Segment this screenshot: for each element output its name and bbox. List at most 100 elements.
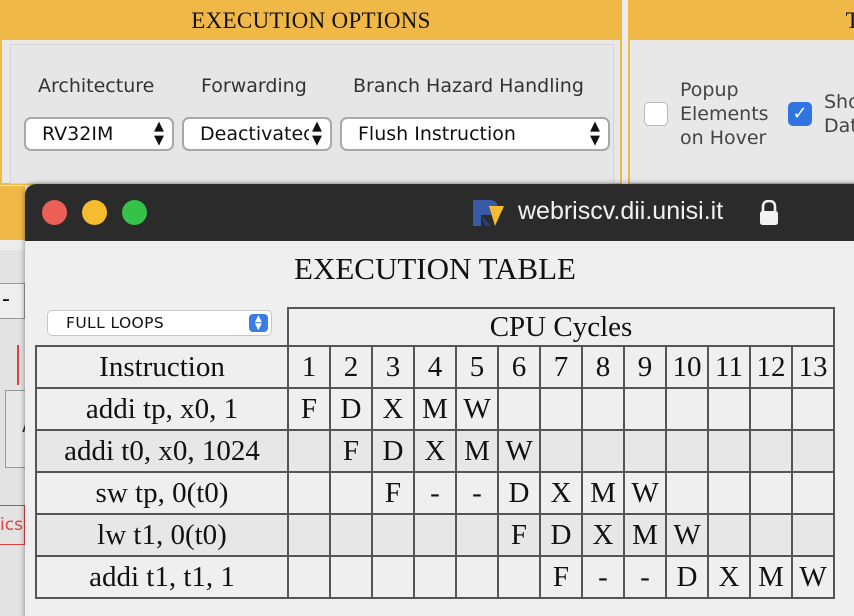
- stage-cell: [791, 513, 835, 557]
- stage-cell: X: [371, 387, 415, 431]
- side-header-text: T: [845, 8, 854, 33]
- cycle-number-header: 5: [455, 345, 499, 389]
- cycle-number-header: 11: [707, 345, 751, 389]
- stage-cell: D: [665, 555, 709, 599]
- forwarding-label: Forwarding: [201, 75, 307, 97]
- table-row: lw t1, 0(t0) F D X M W: [35, 513, 835, 557]
- stage-cell: W: [455, 387, 499, 431]
- table-row: sw tp, 0(t0) F - - D X M W: [35, 471, 835, 515]
- maximize-window-button[interactable]: [122, 200, 147, 225]
- stage-cell: [791, 387, 835, 431]
- stage-cell: [539, 387, 583, 431]
- stage-cell: M: [749, 555, 793, 599]
- stage-cell: [707, 387, 751, 431]
- architecture-label: Architecture: [38, 75, 155, 97]
- cycle-number-header: 4: [413, 345, 457, 389]
- stage-cell: [455, 513, 499, 557]
- popup-hover-label: Popup Elements on Hover: [680, 78, 769, 150]
- bg-fragment-text: -: [2, 287, 10, 312]
- stage-cell: [707, 429, 751, 473]
- architecture-select[interactable]: RV32IM ▲ ▼: [24, 117, 174, 151]
- cycle-number-header: 8: [581, 345, 625, 389]
- popup-label-line: Elements: [680, 103, 769, 125]
- stage-cell: [707, 471, 751, 515]
- cycle-number-header: 7: [539, 345, 583, 389]
- close-window-button[interactable]: [42, 200, 67, 225]
- stage-cell: M: [623, 513, 667, 557]
- cycle-number-header: 9: [623, 345, 667, 389]
- forwarding-select[interactable]: Deactivated ▲ ▼: [182, 117, 332, 151]
- stage-cell: [497, 387, 541, 431]
- stage-cell: -: [413, 471, 457, 515]
- execution-options-body: Architecture Forwarding Branch Hazard Ha…: [10, 44, 614, 184]
- cycle-number-header: 6: [497, 345, 541, 389]
- stage-cell: [455, 555, 499, 599]
- stage-cell: M: [581, 471, 625, 515]
- stage-cell: [371, 555, 415, 599]
- cycle-number-header: 13: [791, 345, 835, 389]
- stage-cell: [707, 513, 751, 557]
- stage-cell: -: [455, 471, 499, 515]
- stage-cell: W: [791, 555, 835, 599]
- bg-fragment-box-3: ics: [0, 505, 25, 545]
- stage-cell: [581, 387, 625, 431]
- cycle-number-header: 12: [749, 345, 793, 389]
- cpu-cycles-header: CPU Cycles: [287, 307, 835, 347]
- bg-fragment-text-3: ics: [0, 515, 23, 535]
- forwarding-select-value: Deactivated: [200, 123, 316, 145]
- instruction-header: Instruction: [35, 345, 289, 389]
- cycle-number-header: 3: [371, 345, 415, 389]
- stage-cell: [287, 471, 331, 515]
- stage-cell: [791, 471, 835, 515]
- window-titlebar[interactable]: webriscv.dii.unisi.it: [25, 184, 854, 241]
- table-row: addi t1, t1, 1 F--DXMW: [35, 555, 835, 599]
- stage-cell: -: [581, 555, 625, 599]
- updown-arrow-icon: ▲ ▼: [151, 119, 164, 149]
- checkmark-icon: ✓: [792, 103, 808, 124]
- instruction-cell: addi t1, t1, 1: [35, 555, 289, 599]
- bg-red-line: [17, 345, 19, 385]
- webriscv-logo-icon: [471, 198, 505, 228]
- stage-cell: [749, 387, 793, 431]
- stage-cell: [539, 429, 583, 473]
- cycle-number-header: 2: [329, 345, 373, 389]
- table-row: addi tp, x0, 1FDXMW: [35, 387, 835, 431]
- stage-cell: [413, 513, 457, 557]
- instruction-cell: sw tp, 0(t0): [35, 471, 289, 515]
- show-label-line: Sho: [824, 91, 854, 113]
- loops-select[interactable]: FULL LOOPS ▲ ▼: [47, 310, 272, 336]
- stage-cell: [329, 555, 373, 599]
- stage-cell: F: [329, 429, 373, 473]
- minimize-window-button[interactable]: [82, 200, 107, 225]
- stage-cell: X: [581, 513, 625, 557]
- stage-cell: D: [539, 513, 583, 557]
- instruction-cell: lw t1, 0(t0): [35, 513, 289, 557]
- stage-cell: [749, 471, 793, 515]
- architecture-select-value: RV32IM: [42, 123, 114, 145]
- execution-table-title: EXECUTION TABLE: [294, 251, 576, 286]
- updown-arrow-icon: ▲ ▼: [249, 314, 268, 332]
- stage-cell: F: [287, 387, 331, 431]
- stage-cell: [749, 429, 793, 473]
- stage-cell: X: [413, 429, 457, 473]
- cycle-header-row: Instruction 1 2 3 4 5 6 7 8 9 10 11 12 13: [35, 345, 835, 389]
- bg-fragment-box: -: [0, 283, 25, 319]
- stage-cell: [371, 513, 415, 557]
- url-text: webriscv.dii.unisi.it: [518, 197, 724, 225]
- stage-cell: W: [497, 429, 541, 473]
- execution-options-header: EXECUTION OPTIONS: [2, 2, 620, 40]
- popup-hover-checkbox[interactable]: [644, 102, 668, 126]
- execution-table-window: webriscv.dii.unisi.it EXECUTION TABLE CP…: [25, 184, 854, 616]
- bg-fragment-box-2: A: [5, 390, 36, 468]
- execution-table: CPU Cycles Instruction 1 2 3 4 5 6 7 8 9 10 11 12 13…: [35, 307, 835, 599]
- stage-cell: F: [497, 513, 541, 557]
- branch-hazard-label: Branch Hazard Handling: [353, 75, 584, 97]
- stage-cell: X: [707, 555, 751, 599]
- show-data-checkbox[interactable]: ✓: [788, 102, 812, 126]
- stage-cell: F: [371, 471, 415, 515]
- branch-hazard-select[interactable]: Flush Instruction ▲ ▼: [340, 117, 610, 151]
- stage-cell: D: [497, 471, 541, 515]
- stage-cell: D: [329, 387, 373, 431]
- stage-cell: [497, 555, 541, 599]
- stage-cell: W: [623, 471, 667, 515]
